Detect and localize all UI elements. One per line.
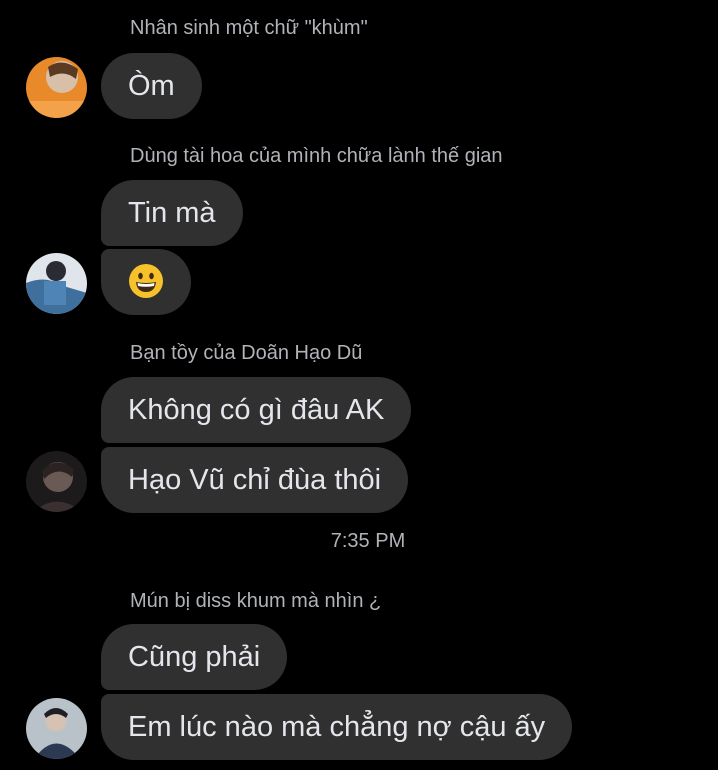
- sender-name: Nhân sinh một chữ "khùm": [130, 17, 368, 39]
- message-bubble[interactable]: Òm: [101, 53, 202, 119]
- message-bubble[interactable]: Hạo Vũ chỉ đùa thôi: [101, 447, 409, 513]
- sender-name: Bạn tồy của Doãn Hạo Dũ: [130, 342, 363, 364]
- message-bubble[interactable]: Cũng phải: [101, 624, 288, 690]
- user-avatar[interactable]: [26, 253, 87, 314]
- message-bubble[interactable]: Tin mà: [101, 180, 243, 246]
- user-avatar[interactable]: [26, 57, 87, 118]
- message-bubble[interactable]: Em lúc nào mà chẳng nợ cậu ấy: [101, 694, 573, 760]
- emoji-message-bubble[interactable]: [101, 249, 191, 315]
- user-avatar[interactable]: [26, 698, 87, 759]
- timestamp: 7:35 PM: [330, 530, 406, 552]
- sender-name: Mún bị diss khum mà nhìn ¿: [130, 590, 382, 612]
- avatar-dark-blue-portrait-icon: [26, 698, 87, 759]
- avatar-denim-photo-icon: [26, 253, 87, 314]
- user-avatar[interactable]: [26, 451, 87, 512]
- avatar-orange-photo-icon: [26, 57, 87, 118]
- sender-name: Dùng tài hoa của mình chữa lành thế gian: [130, 145, 503, 167]
- message-bubble[interactable]: Không có gì đâu AK: [101, 377, 412, 443]
- avatar-dark-portrait-icon: [26, 451, 87, 512]
- grinning-face-icon: [129, 264, 163, 299]
